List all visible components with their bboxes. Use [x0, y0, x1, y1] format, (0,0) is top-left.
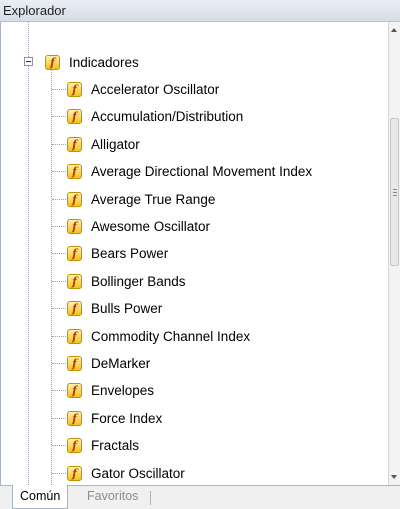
- tree-item-label: Accelerator Oscillator: [91, 81, 220, 97]
- tree-guide-line: [28, 22, 29, 485]
- indicator-icon: f: [67, 465, 82, 481]
- indicator-icon: f: [67, 382, 82, 398]
- tree-item-label: DeMarker: [91, 355, 151, 371]
- tree-branch-line: [52, 89, 66, 90]
- tree-branch-line: [52, 336, 66, 337]
- tree-item[interactable]: f Accumulation/Distribution: [67, 104, 243, 128]
- tree-item[interactable]: f Force Index: [67, 406, 162, 430]
- tab-separator: [150, 491, 151, 505]
- tree-branch-line: [52, 473, 66, 474]
- tree-item-label: Bears Power: [91, 245, 169, 261]
- tree-branch-line: [52, 390, 66, 391]
- tree-item[interactable]: f Accelerator Oscillator: [67, 77, 219, 101]
- tree-item[interactable]: f Awesome Oscillator: [67, 214, 210, 238]
- tree-branch-line: [52, 445, 66, 446]
- tab-favoritos[interactable]: Favoritos: [80, 485, 145, 509]
- indicator-icon: f: [67, 410, 82, 426]
- collapse-toggle-icon[interactable]: [24, 57, 33, 66]
- tree-item[interactable]: f Fractals: [67, 433, 139, 457]
- tree-item[interactable]: f Commodity Channel Index: [67, 324, 250, 348]
- tree-item-label: Force Index: [91, 410, 163, 426]
- tree-item-label: Accumulation/Distribution: [91, 108, 244, 124]
- indicator-icon: f: [67, 218, 82, 234]
- tree-item-label: Envelopes: [91, 382, 155, 398]
- indicator-icon: f: [67, 191, 82, 207]
- indicator-icon: f: [67, 300, 82, 316]
- tree-item-label: Awesome Oscillator: [91, 218, 211, 234]
- tree-guide-line: [51, 67, 52, 485]
- tree-item-label: Fractals: [91, 437, 140, 453]
- scrollbar-thumb[interactable]: [390, 118, 399, 266]
- indicator-icon: f: [67, 328, 82, 344]
- tree-branch-line: [52, 199, 66, 200]
- tree-item[interactable]: f Envelopes: [67, 378, 154, 402]
- scroll-up-arrow-icon[interactable]: [391, 28, 397, 32]
- indicator-tree: f Indicadores f Accelerator Oscillator f Ac…: [1, 22, 389, 485]
- indicator-icon: f: [67, 81, 82, 97]
- tree-branch-line: [52, 281, 66, 282]
- tree-item[interactable]: f Bollinger Bands: [67, 269, 186, 293]
- indicator-icon: f: [45, 54, 60, 70]
- indicator-icon: f: [67, 437, 82, 453]
- indicator-icon: f: [67, 355, 82, 371]
- grip-icon: [393, 189, 397, 190]
- tree-item[interactable]: f Bears Power: [67, 241, 168, 265]
- tab-label: Favoritos: [87, 489, 139, 503]
- scroll-down-arrow-icon[interactable]: [391, 475, 397, 479]
- tree-branch-line: [52, 226, 66, 227]
- tree-root-label: Indicadores: [69, 54, 139, 70]
- tab-label: Común: [20, 489, 61, 503]
- tree-item-label: Gator Oscillator: [91, 465, 185, 481]
- vertical-scrollbar[interactable]: [388, 22, 400, 485]
- tree-branch-line: [52, 363, 66, 364]
- grip-icon: [393, 195, 397, 196]
- tree-item[interactable]: f Bulls Power: [67, 296, 162, 320]
- tree-branch-line: [52, 171, 66, 172]
- tree-item[interactable]: f Average Directional Movement Index: [67, 159, 312, 183]
- tree-item[interactable]: f DeMarker: [67, 351, 150, 375]
- tree-item-label: Bulls Power: [91, 300, 163, 316]
- grip-icon: [393, 192, 397, 193]
- tree-branch-line: [52, 253, 66, 254]
- tree-item-label: Average True Range: [91, 191, 216, 207]
- tree-branch-line: [52, 308, 66, 309]
- tree-item[interactable]: f Alligator: [67, 132, 140, 156]
- indicator-icon: f: [67, 273, 82, 289]
- explorer-panel: f Indicadores f Accelerator Oscillator f Ac…: [0, 22, 400, 485]
- window-title-bar: Explorador: [0, 0, 400, 22]
- tree-branch-line: [52, 418, 66, 419]
- indicator-icon: f: [67, 163, 82, 179]
- bottom-tab-bar: Común Favoritos: [0, 485, 400, 509]
- tab-comun[interactable]: Común: [12, 485, 69, 509]
- tree-item-label: Average Directional Movement Index: [91, 163, 313, 179]
- tree-branch-line: [52, 116, 66, 117]
- indicator-icon: f: [67, 136, 82, 152]
- window-title: Explorador: [3, 3, 66, 18]
- tree-item[interactable]: f Gator Oscillator: [67, 461, 185, 485]
- tree-root-indicadores[interactable]: f Indicadores: [45, 50, 139, 74]
- indicator-icon: f: [67, 108, 82, 124]
- tree-item[interactable]: f Average True Range: [67, 187, 215, 211]
- tree-item-label: Bollinger Bands: [91, 273, 186, 289]
- tree-branch-line: [52, 144, 66, 145]
- indicator-icon: f: [67, 245, 82, 261]
- tree-item-label: Commodity Channel Index: [91, 328, 251, 344]
- tree-item-label: Alligator: [91, 136, 140, 152]
